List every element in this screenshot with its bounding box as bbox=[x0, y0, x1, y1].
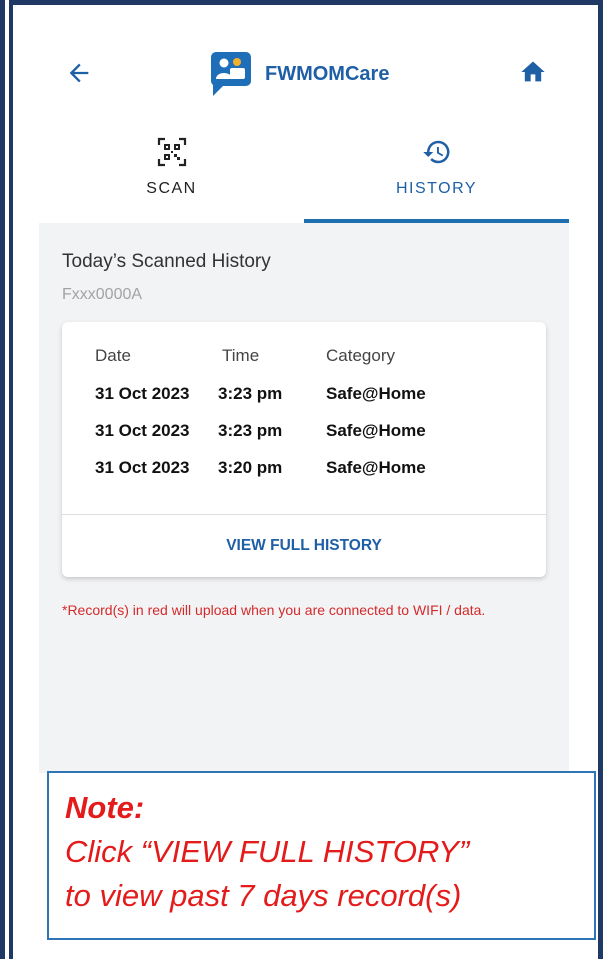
frame-border-right bbox=[598, 0, 603, 959]
app-header: FWMOMCare bbox=[39, 45, 569, 105]
tab-history[interactable]: HISTORY bbox=[304, 123, 569, 223]
qr-code-icon bbox=[157, 137, 186, 167]
section-title: Today’s Scanned History bbox=[62, 251, 271, 272]
frame-border-left-inner bbox=[9, 0, 13, 959]
note-line-1: Click “VIEW FULL HISTORY” bbox=[65, 834, 470, 869]
column-header-date: Date bbox=[95, 346, 131, 365]
note-title: Note: bbox=[65, 790, 145, 825]
row-3-time: 3:20 pm bbox=[218, 458, 283, 477]
note-box: Note: Click “VIEW FULL HISTORY” to view … bbox=[47, 771, 596, 940]
row-2-time: 3:23 pm bbox=[218, 421, 283, 440]
tab-scan[interactable]: SCAN bbox=[39, 123, 304, 223]
arrow-left-icon[interactable] bbox=[65, 59, 93, 87]
row-2-category: Safe@Home bbox=[326, 421, 426, 440]
column-header-time: Time bbox=[222, 346, 260, 365]
history-panel: Today’s Scanned History Fxxx0000A Date T… bbox=[39, 223, 569, 773]
row-1-date: 31 Oct 2023 bbox=[95, 384, 190, 403]
fin-number: Fxxx0000A bbox=[62, 286, 143, 303]
tab-scan-label: SCAN bbox=[146, 180, 197, 197]
app-brand: FWMOMCare bbox=[209, 50, 389, 98]
home-icon[interactable] bbox=[519, 58, 547, 86]
tab-bar: SCAN HISTORY bbox=[39, 123, 569, 223]
app-title: FWMOMCare bbox=[265, 62, 390, 85]
history-icon bbox=[422, 140, 449, 164]
row-1-category: Safe@Home bbox=[326, 384, 426, 403]
tab-history-label: HISTORY bbox=[395, 180, 478, 197]
history-card: Date Time Category 31 Oct 2023 3:23 pm S… bbox=[62, 322, 546, 577]
row-2-date: 31 Oct 2023 bbox=[95, 421, 190, 440]
column-header-category: Category bbox=[326, 346, 395, 365]
view-full-history-button[interactable]: VIEW FULL HISTORY bbox=[62, 515, 546, 577]
note-line-2: to view past 7 days record(s) bbox=[65, 878, 462, 913]
row-1-time: 3:23 pm bbox=[218, 384, 283, 403]
frame-border-left bbox=[0, 0, 5, 959]
app-logo-icon bbox=[211, 52, 251, 96]
row-3-category: Safe@Home bbox=[326, 458, 426, 477]
row-3-date: 31 Oct 2023 bbox=[95, 458, 190, 477]
upload-warning: *Record(s) in red will upload when you a… bbox=[62, 602, 486, 618]
